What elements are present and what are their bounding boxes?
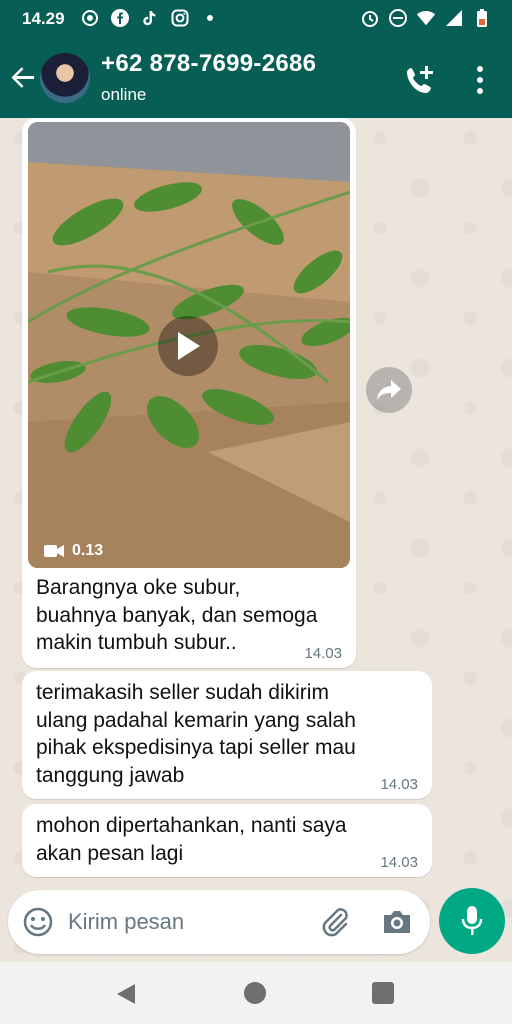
add-call-icon[interactable] [402,62,438,98]
nav-back-icon[interactable] [115,982,137,1011]
message-text: mohon dipertahankan, nanti saya akan pes… [36,814,347,865]
play-icon [178,332,200,360]
chat-area[interactable]: 0.13 Barangnya oke subur, buahnya banyak… [0,118,512,962]
video-message[interactable]: 0.13 Barangnya oke subur, buahnya banyak… [22,118,356,668]
contact-status: online [101,85,147,104]
camera-icon[interactable] [380,905,414,939]
video-thumbnail[interactable]: 0.13 [28,122,350,568]
attach-icon[interactable] [318,904,352,938]
do-not-disturb-icon [388,8,408,28]
text-message[interactable]: terimakasih seller sudah dikirim ulang p… [22,671,432,799]
message-text: terimakasih seller sudah dikirim ulang p… [36,681,356,787]
message-input[interactable]: Kirim pesan [68,909,184,935]
contact-name[interactable]: +62 878-7699-2686 [101,50,316,78]
emoji-icon[interactable] [22,906,54,938]
whatsapp-status-icon [80,8,100,28]
alarm-icon [360,8,380,28]
video-camera-icon [44,545,64,557]
play-button[interactable] [158,316,218,376]
message-composer[interactable]: Kirim pesan [8,890,430,954]
message-time: 14.03 [380,776,418,793]
signal-icon [444,8,464,28]
nav-recents-icon[interactable] [372,982,394,1004]
dot-icon [200,8,220,28]
tiktok-icon [140,8,160,28]
video-duration: 0.13 [44,542,103,560]
avatar[interactable] [40,53,90,103]
microphone-icon [461,906,483,935]
forward-icon [377,380,401,400]
wifi-icon [416,8,436,28]
video-duration-text: 0.13 [72,542,104,559]
message-time: 14.03 [380,854,418,871]
voice-message-button[interactable] [439,888,505,954]
video-caption: Barangnya oke subur, buahnya banyak, dan… [36,576,318,654]
back-arrow-icon[interactable] [8,62,38,92]
text-message[interactable]: mohon dipertahankan, nanti saya akan pes… [22,804,432,877]
message-time: 14.03 [304,645,342,662]
battery-icon [472,8,492,28]
chat-header: +62 878-7699-2686 online [0,38,512,118]
more-options-icon[interactable] [470,64,490,96]
instagram-icon [170,8,190,28]
forward-button[interactable] [366,367,412,413]
status-time: 14.29 [22,9,65,28]
nav-home-icon[interactable] [244,982,266,1004]
status-bar: 14.29 [0,0,512,38]
facebook-icon [110,8,130,28]
system-nav-bar [0,962,512,1024]
